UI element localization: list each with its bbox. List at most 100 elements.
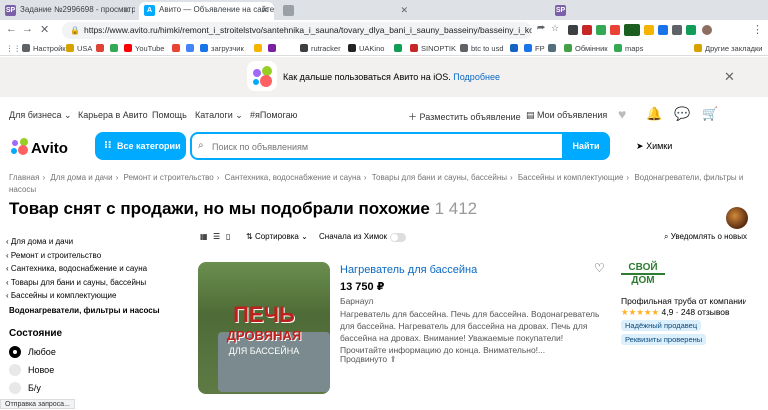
breadcrumb-item[interactable]: Главная (9, 173, 39, 182)
bookmark[interactable] (548, 42, 559, 55)
bookmark[interactable]: YouTube (124, 42, 164, 55)
condition-label[interactable]: Б/у (28, 383, 41, 393)
cart-icon[interactable]: 🛒 (702, 106, 718, 122)
sidebar-category-link[interactable]: ‹ Сантехника, водоснабжение и сауна (6, 264, 147, 273)
extension-icon[interactable] (644, 25, 654, 35)
condition-label[interactable]: Любое (28, 347, 56, 357)
browser-tab-4[interactable]: SP (550, 2, 610, 20)
bookmark[interactable] (110, 42, 121, 55)
notifications-icon[interactable]: 🔔 (646, 106, 662, 122)
close-icon[interactable]: ✕ (400, 2, 408, 18)
sidebar-category-link[interactable]: ‹ Товары для бани и сауны, бассейны (6, 278, 146, 287)
bookmark[interactable]: Настройки (22, 42, 70, 55)
nav-catalogs[interactable]: Каталоги ⌄ (195, 110, 243, 121)
breadcrumb-item[interactable]: Сантехника, водоснабжение и сауна (225, 173, 361, 182)
nav-help[interactable]: Помощь (152, 110, 187, 120)
extension-icon[interactable] (624, 24, 640, 36)
sort-dropdown[interactable]: ⇅ Сортировка ⌄ (246, 232, 308, 241)
extension-icon[interactable] (658, 25, 668, 35)
favorites-icon[interactable]: ♥ (618, 106, 626, 122)
bookmark[interactable]: SINOPTIK (410, 42, 456, 55)
bookmark[interactable] (172, 42, 183, 55)
search-button[interactable]: Найти (562, 132, 610, 160)
bookmark[interactable] (510, 42, 521, 55)
grid-view-icon[interactable]: ▦ (200, 232, 208, 241)
other-bookmarks[interactable]: Другие закладки (694, 42, 762, 55)
seller-badge: Реквизиты проверены (621, 334, 707, 345)
avito-app-logo (247, 61, 277, 91)
nav-career[interactable]: Карьера в Авито (78, 110, 148, 120)
menu-icon[interactable]: ⋮ (752, 23, 763, 36)
reload-icon[interactable]: ✕ (40, 23, 49, 36)
extension-icons (568, 24, 718, 37)
user-avatar[interactable] (726, 207, 748, 229)
bookmark[interactable]: btc to usd (460, 42, 504, 55)
extension-icon[interactable] (568, 25, 578, 35)
reviews-link[interactable]: 248 отзывов (681, 307, 730, 317)
search-input[interactable] (212, 140, 552, 154)
notify-button[interactable]: ⌕ Уведомлять о новых (664, 232, 747, 242)
condition-radio-new[interactable] (9, 364, 21, 376)
sidebar-category-link[interactable]: ‹ Ремонт и строительство (6, 251, 101, 260)
bookmark[interactable]: rutracker (300, 42, 341, 55)
favorite-heart-icon[interactable]: ♡ (594, 261, 605, 275)
extension-icon[interactable] (582, 25, 592, 35)
forward-icon[interactable]: → (22, 23, 33, 35)
nav-help-tag[interactable]: #яПомогаю (250, 110, 297, 120)
breadcrumb-item[interactable]: Бассейны и комплектующие (518, 173, 624, 182)
nav-business[interactable]: Для бизнеса ⌄ (9, 110, 72, 121)
extension-icon[interactable] (596, 25, 606, 35)
nearby-toggle[interactable] (390, 233, 406, 242)
gmail-icon (172, 44, 180, 52)
sidebar-category-link[interactable]: ‹ Для дома и дачи (6, 237, 73, 246)
breadcrumb-item[interactable]: Товары для бани и сауны, бассейны (372, 173, 507, 182)
breadcrumb-item[interactable]: Ремонт и строительство (123, 173, 213, 182)
seller-name[interactable]: Профильная труба от компании (621, 296, 746, 306)
back-icon[interactable]: ← (6, 23, 17, 35)
bookmark[interactable]: загрузчик (200, 42, 244, 55)
condition-radio-any[interactable] (9, 346, 21, 358)
browser-tab-1[interactable]: SP Задание №2996698 - просмотр ✕ (0, 2, 135, 20)
profile-avatar[interactable] (702, 25, 712, 35)
promoted-badge: Продвинуто ⬆ (340, 354, 397, 364)
bookmark[interactable]: UAKino (348, 42, 384, 55)
post-ad-button[interactable]: ＋ Разместить объявление (408, 110, 521, 123)
close-icon[interactable]: ✕ (122, 2, 130, 18)
bookmark[interactable]: Обмінник (564, 42, 608, 55)
breadcrumb-item[interactable]: Для дома и дачи (50, 173, 112, 182)
condition-label[interactable]: Новое (28, 365, 54, 375)
condition-radio-used[interactable] (9, 382, 21, 394)
extension-icon[interactable] (686, 25, 696, 35)
listing-photo[interactable]: ПЕЧЬ ДРОВЯНАЯ ДЛЯ БАССЕЙНА (198, 262, 330, 394)
city-selector[interactable]: ➤ Химки (636, 141, 672, 152)
banner-link[interactable]: Подробнее (453, 72, 500, 82)
bookmark[interactable]: USA (66, 42, 92, 55)
bookmark[interactable] (96, 42, 107, 55)
bookmark[interactable] (186, 42, 197, 55)
extension-icon[interactable] (672, 25, 682, 35)
star-icon[interactable]: ☆ (551, 23, 559, 34)
bookmark[interactable] (268, 42, 279, 55)
browser-tab-3[interactable]: ✕ (278, 2, 413, 20)
list-view-icon[interactable]: ☰ (213, 232, 220, 241)
bookmark[interactable] (254, 42, 265, 55)
my-ads-button[interactable]: ▤ Мои объявления (526, 110, 607, 121)
share-icon[interactable]: ⮫ (537, 23, 545, 34)
map-view-icon[interactable]: ▯ (226, 232, 230, 241)
bookmark[interactable]: maps (614, 42, 643, 55)
bookmark[interactable] (394, 42, 405, 55)
messages-icon[interactable]: 💬 (674, 106, 690, 122)
seller-logo[interactable]: СВОЙ ДОМ (621, 262, 665, 292)
all-categories-button[interactable]: ⁝⁝ Все категории (95, 132, 186, 160)
bookmark[interactable]: FP (524, 42, 545, 55)
avito-logo[interactable]: Avito (9, 136, 68, 157)
photo-caption: ДРОВЯНАЯ (226, 328, 302, 343)
listing-title[interactable]: Нагреватель для бассейна (340, 264, 477, 276)
sidebar-category-link[interactable]: ‹ Бассейны и комплектующие (6, 291, 116, 300)
grid-icon: ⁝⁝ (104, 140, 112, 151)
extension-icon[interactable] (610, 25, 620, 35)
url-bar[interactable]: 🔒 https://www.avito.ru/himki/remont_i_st… (62, 22, 532, 39)
close-icon[interactable]: ✕ (724, 69, 735, 85)
close-icon[interactable]: ✕ (261, 2, 269, 18)
browser-tab-2[interactable]: A Авито — Объявление на сайте А ✕ (139, 2, 274, 20)
